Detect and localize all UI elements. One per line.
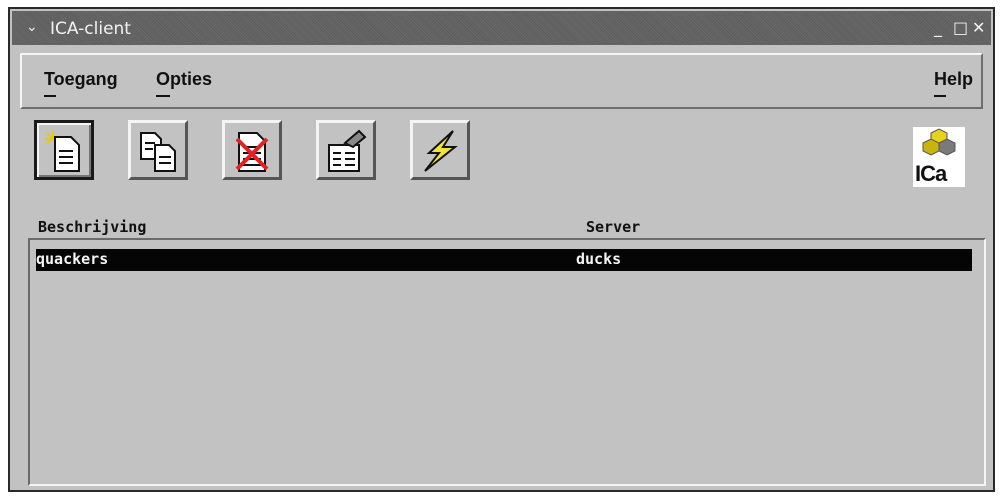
- copy-entry-button[interactable]: [128, 120, 188, 180]
- copy-documents-icon: [140, 132, 176, 172]
- mnemonic-underline: [44, 95, 56, 97]
- column-header-server[interactable]: Server: [586, 218, 640, 236]
- row-server: ducks: [576, 250, 622, 268]
- connections-list[interactable]: quackers ducks: [28, 238, 986, 486]
- maximize-icon[interactable]: □: [953, 18, 968, 37]
- window-title: ICA-client: [50, 19, 131, 39]
- mnemonic-underline: [934, 95, 946, 97]
- properties-icon: [328, 129, 367, 172]
- properties-button[interactable]: [316, 120, 376, 180]
- connect-button[interactable]: [410, 120, 470, 180]
- column-header-description[interactable]: Beschrijving: [38, 218, 146, 236]
- new-entry-button[interactable]: [34, 120, 94, 180]
- menu-help[interactable]: Help: [934, 69, 973, 90]
- mnemonic-underline: [156, 95, 170, 97]
- list-item[interactable]: quackers ducks: [36, 249, 972, 271]
- ica-logo-text: ICa: [915, 161, 947, 186]
- row-description: quackers: [36, 250, 109, 268]
- new-document-icon: [45, 131, 80, 172]
- close-icon[interactable]: ✕: [972, 18, 985, 37]
- lightning-bolt-icon: [424, 130, 458, 172]
- ica-logo: ICa: [913, 127, 965, 187]
- delete-document-icon: [235, 132, 269, 172]
- title-bar[interactable]: ⌄ ICA-client _ □ ✕: [12, 11, 991, 45]
- menu-toegang[interactable]: Toegang: [44, 69, 118, 90]
- menu-opties[interactable]: Opties: [156, 69, 212, 90]
- minimize-icon[interactable]: _: [934, 18, 942, 37]
- menu-bar: Toegang Opties Help: [20, 53, 983, 109]
- delete-entry-button[interactable]: [222, 120, 282, 180]
- window-menu-icon[interactable]: ⌄: [26, 19, 38, 35]
